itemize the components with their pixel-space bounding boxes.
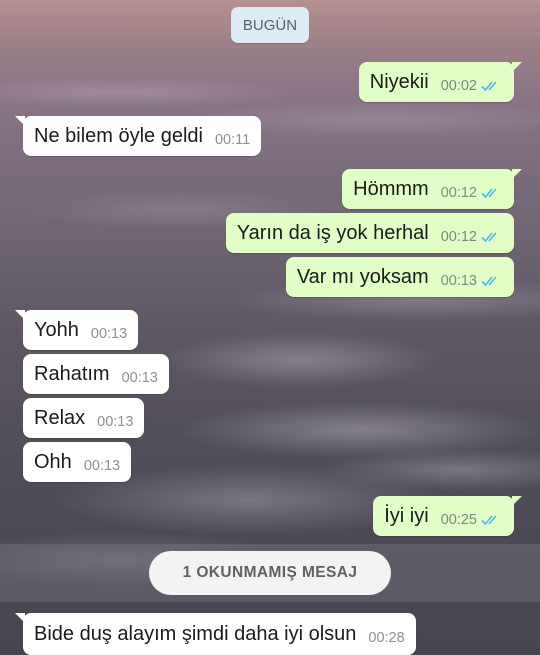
message-bubble-incoming[interactable]: Ohh 00:13 xyxy=(23,442,132,482)
message-bubble-incoming[interactable]: Bide duş alayım şimdi daha iyi olsun 00:… xyxy=(15,613,416,655)
message-text: Niyekii xyxy=(369,70,429,93)
double-check-icon xyxy=(481,81,497,92)
unread-messages-divider: 1 OKUNMAMIŞ MESAJ xyxy=(0,544,540,602)
unread-messages-label: 1 OKUNMAMIŞ MESAJ xyxy=(149,551,391,595)
message-time: 00:13 xyxy=(83,458,121,474)
message-text: İyi iyi xyxy=(384,504,429,527)
double-check-icon xyxy=(481,188,497,199)
message-time: 00:13 xyxy=(121,370,158,386)
message-time: 00:12 xyxy=(440,229,477,245)
double-check-icon xyxy=(481,515,497,526)
message-text: Yohh xyxy=(34,318,79,341)
message-text: Relax xyxy=(34,406,86,429)
date-separator: BUGÜN xyxy=(231,7,309,43)
message-text: Var mı yoksam xyxy=(296,265,429,288)
message-time: 00:13 xyxy=(440,273,477,289)
message-time: 00:02 xyxy=(440,78,477,94)
message-bubble-incoming[interactable]: Rahatım 00:13 xyxy=(23,354,169,394)
message-bubble-outgoing[interactable]: Var mı yoksam 00:13 xyxy=(285,257,514,297)
double-check-icon xyxy=(481,232,497,243)
message-bubble-outgoing[interactable]: Niyekii 00:02 xyxy=(358,62,523,102)
message-bubble-outgoing[interactable]: Hömmm 00:12 xyxy=(342,169,522,209)
message-time: 00:11 xyxy=(214,132,251,148)
message-time: 00:13 xyxy=(97,414,134,430)
message-bubble-outgoing[interactable]: Yarın da iş yok herhal 00:12 xyxy=(225,213,514,253)
message-text: Ne bilem öyle geldi xyxy=(34,124,203,147)
message-text: Ohh xyxy=(34,450,72,473)
message-bubble-incoming[interactable]: Relax 00:13 xyxy=(23,398,145,438)
message-time: 00:12 xyxy=(440,185,477,201)
message-text: Rahatım xyxy=(34,362,110,385)
message-text: Hömmm xyxy=(353,177,429,200)
message-bubble-outgoing[interactable]: İyi iyi 00:25 xyxy=(373,496,522,536)
message-time: 00:28 xyxy=(368,630,405,646)
message-text: Bide duş alayım şimdi daha iyi olsun xyxy=(34,622,357,645)
message-bubble-incoming[interactable]: Yohh 00:13 xyxy=(14,310,139,350)
message-time: 00:13 xyxy=(90,326,128,342)
message-time: 00:25 xyxy=(440,512,477,528)
double-check-icon xyxy=(481,276,497,287)
message-text: Yarın da iş yok herhal xyxy=(236,221,429,244)
message-bubble-incoming[interactable]: Ne bilem öyle geldi 00:11 xyxy=(14,116,262,156)
